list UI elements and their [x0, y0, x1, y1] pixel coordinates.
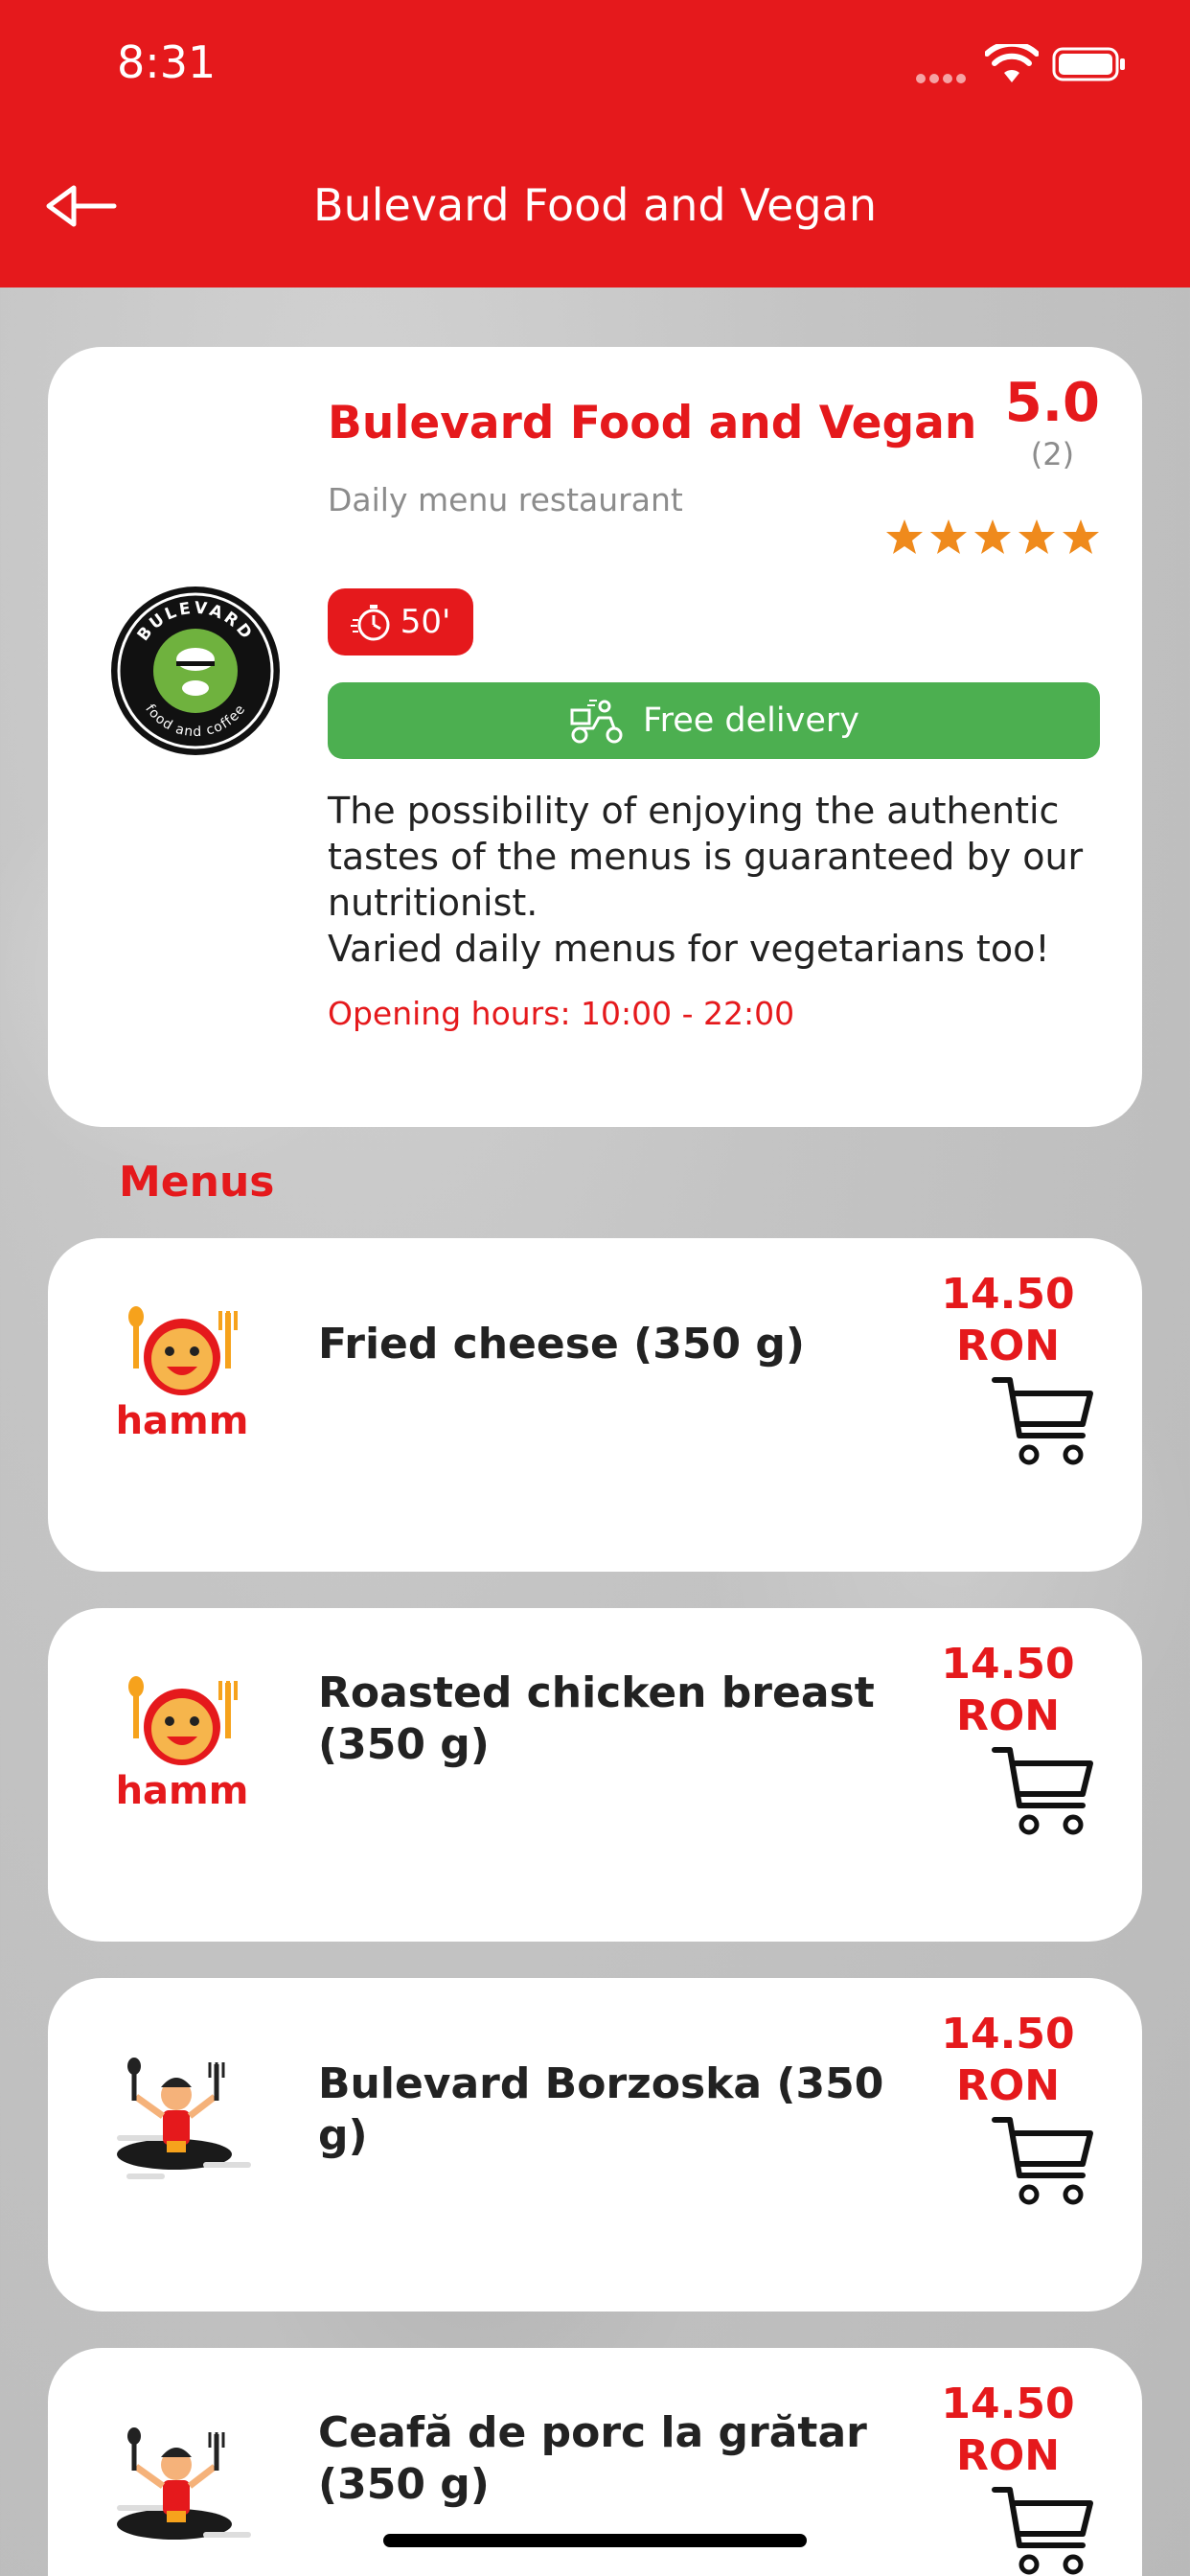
star-icon: [930, 519, 967, 554]
restaurant-logo: BULEVARD food and coffee: [111, 586, 280, 755]
restaurant-name: Bulevard Food and Vegan: [328, 397, 977, 449]
free-delivery-bar: Free delivery: [328, 682, 1100, 759]
delivery-scooter-icon: [570, 700, 623, 744]
stopwatch-icon: [350, 605, 390, 641]
rating-summary: 5.0 (2): [1004, 372, 1100, 472]
restaurant-description: The possibility of enjoying the authenti…: [328, 788, 1113, 972]
menu-item-price: 14.50 RON: [941, 2010, 1075, 2110]
app-header: 8:31 Bulevard Food and Vegan: [0, 0, 1190, 288]
star-icon: [1063, 519, 1099, 554]
menu-item-name: Roasted chicken breast (350 g): [318, 1668, 875, 1769]
svg-text:hamm: hamm: [116, 1769, 249, 1813]
menu-item-price: 14.50 RON: [941, 2380, 1075, 2480]
menu-item-name: Fried cheese (350 g): [318, 1320, 805, 1368]
chef-mascot-icon: [117, 2058, 251, 2179]
star-rating: [885, 518, 1100, 556]
delivery-time-badge: 50': [328, 588, 473, 656]
opening-hours: Opening hours: 10:00 - 22:00: [328, 995, 795, 1032]
rating-score: 5.0: [1004, 372, 1100, 434]
home-indicator[interactable]: [383, 2534, 807, 2547]
add-to-cart-cart-icon[interactable]: [991, 1742, 1096, 1838]
add-to-cart-cart-icon[interactable]: [991, 2482, 1096, 2576]
menu-item-card[interactable]: hamm Roasted chicken breast (350 g) 14.5…: [48, 1608, 1142, 1942]
description-line: Varied daily menus for vegetarians too!: [328, 928, 1050, 970]
menu-item-name: Bulevard Borzoska (350 g): [318, 2059, 884, 2160]
restaurant-info-card: BULEVARD food and coffee Bulevard Food a…: [48, 347, 1142, 1127]
delivery-time: 50': [400, 603, 451, 641]
restaurant-type: Daily menu restaurant: [328, 481, 683, 518]
menu-item-card[interactable]: Bulevard Borzoska (350 g) 14.50 RON: [48, 1978, 1142, 2312]
hamm-logo-icon: hamm: [116, 1676, 249, 1813]
free-delivery-label: Free delivery: [643, 702, 859, 740]
page-title: Bulevard Food and Vegan: [313, 179, 877, 231]
add-to-cart-cart-icon[interactable]: [991, 1372, 1096, 1468]
chef-mascot-icon: [117, 2427, 251, 2540]
svg-text:hamm: hamm: [116, 1399, 249, 1443]
menus-section-title: Menus: [119, 1158, 275, 1207]
wifi-icon: [985, 44, 1039, 82]
battery-icon: [1052, 47, 1125, 81]
menu-item-name: Ceafă de porc la grătar (350 g): [318, 2408, 867, 2509]
add-to-cart-cart-icon[interactable]: [991, 2112, 1096, 2208]
menu-item-card[interactable]: hamm Fried cheese (350 g) 14.50 RON: [48, 1238, 1142, 1572]
star-icon: [1018, 519, 1055, 554]
description-line: The possibility of enjoying the authenti…: [328, 790, 1084, 924]
hamm-logo-icon: hamm: [116, 1306, 249, 1443]
menu-item-price: 14.50 RON: [941, 1270, 1075, 1370]
star-icon: [974, 519, 1011, 554]
rating-count: (2): [1030, 435, 1075, 472]
menu-item-price: 14.50 RON: [941, 1640, 1075, 1740]
status-time: 8:31: [117, 36, 217, 88]
cellular-signal-icon: [916, 69, 970, 87]
star-icon: [886, 519, 923, 554]
